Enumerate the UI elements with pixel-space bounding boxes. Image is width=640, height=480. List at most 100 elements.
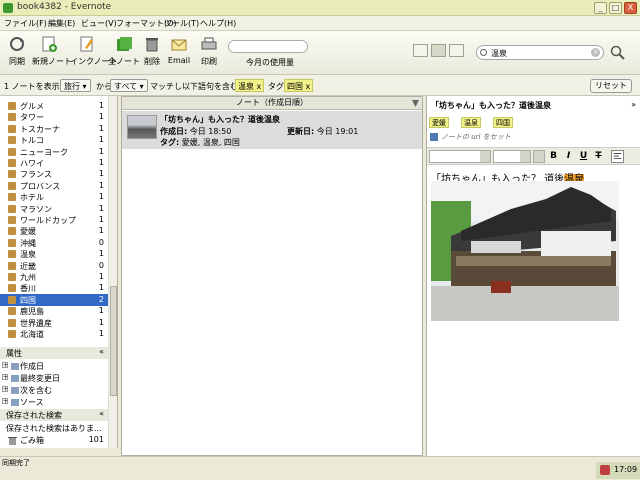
tag-icon — [8, 330, 16, 338]
scope-dropdown[interactable]: すべて ▾ — [110, 79, 148, 92]
view-thumbnail-button[interactable] — [449, 44, 464, 57]
tag-icon — [8, 193, 16, 202]
note-tag-bar[interactable]: 愛媛 温泉 四国 — [429, 115, 639, 129]
tag-item[interactable]: マラソン 1 — [0, 203, 108, 215]
print-button[interactable]: 印刷 — [192, 35, 226, 71]
note-tag[interactable]: 温泉 — [461, 117, 481, 128]
tag-item[interactable]: タワー 1 — [0, 111, 108, 123]
saved-searches-header[interactable]: 保存された検索 « — [0, 409, 108, 421]
menu-file[interactable]: ファイル(F) — [4, 18, 47, 29]
note-tags: タグ: 愛媛, 温泉, 四国 — [160, 138, 240, 147]
search-go-icon[interactable] — [610, 45, 626, 60]
chevron-down-icon — [480, 151, 490, 162]
scroll-thumb[interactable] — [110, 286, 117, 396]
collapse-icon[interactable]: « — [99, 347, 104, 356]
notebook-dropdown[interactable]: 旅行 ▾ — [60, 79, 91, 92]
tag-count: 1 — [98, 317, 104, 327]
attribute-contains[interactable]: + 次を含む — [0, 385, 108, 396]
font-size-select[interactable] — [493, 150, 531, 163]
reset-button[interactable]: リセット — [590, 79, 632, 93]
tag-item[interactable]: 九州 1 — [0, 271, 108, 283]
tag-item[interactable]: 温泉 1 — [0, 248, 108, 260]
tag-count: 0 — [98, 237, 104, 247]
note-tag[interactable]: 四国 — [493, 117, 513, 128]
match-label: マッチし以下語句を含む — [150, 82, 238, 91]
filter-bar: 1 ノートを表示 旅行 ▾ から すべて ▾ マッチし以下語句を含む 温泉 x … — [0, 75, 640, 96]
italic-button[interactable]: I — [562, 150, 575, 163]
left-scrollbar[interactable] — [108, 96, 117, 448]
close-button[interactable]: X — [624, 2, 637, 14]
tag-item[interactable]: 沖縄 0 — [0, 237, 108, 249]
tag-item[interactable]: 北海道 1 — [0, 328, 108, 340]
clock: 17:09 — [614, 465, 638, 474]
note-list-header[interactable]: ノート（作成日順） — [122, 97, 422, 110]
collapse-pane-icon[interactable]: » — [631, 100, 636, 109]
remove-term-icon[interactable]: x — [257, 82, 262, 91]
menu-help[interactable]: ヘルプ(H) — [200, 18, 236, 29]
align-left-icon[interactable] — [611, 150, 624, 163]
tag-name: 九州 — [20, 273, 36, 282]
tag-count: 1 — [98, 215, 104, 224]
tag-item[interactable]: ニューヨーク 1 — [0, 146, 108, 158]
sort-dropdown-icon[interactable] — [412, 100, 419, 107]
expand-icon[interactable]: + — [2, 374, 8, 381]
tag-item[interactable]: 香川 1 — [0, 282, 108, 294]
tag-item[interactable]: プロバンス 1 — [0, 180, 108, 192]
tag-item[interactable]: グルメ 1 — [0, 100, 108, 112]
expand-icon[interactable]: + — [2, 386, 8, 393]
tag-item[interactable]: 近畿 0 — [0, 260, 108, 272]
menu-edit[interactable]: 編集(E) — [48, 18, 75, 29]
trash-item[interactable]: ごみ箱 101 — [0, 435, 108, 446]
attributes-header[interactable]: 属性 « — [0, 347, 108, 359]
new-note-button[interactable]: 新規ノート — [32, 35, 72, 71]
expand-icon[interactable]: + — [2, 398, 8, 405]
tag-item[interactable]: ハワイ 1 — [0, 157, 108, 169]
tag-item[interactable]: フランス 1 — [0, 168, 108, 180]
tag-name: 香川 — [20, 284, 36, 294]
tag-item[interactable]: トルコ 1 — [0, 134, 108, 146]
menu-tools[interactable]: ツール(T) — [164, 18, 199, 29]
note-url-field[interactable]: ノートの url をセット — [441, 132, 511, 142]
remove-tag-icon[interactable]: x — [306, 82, 311, 91]
tag-item[interactable]: 四国 2 — [0, 293, 108, 306]
maximize-button[interactable]: □ — [609, 2, 622, 14]
tag-name: ホテル — [20, 193, 44, 203]
security-shield-icon[interactable] — [600, 465, 610, 475]
tag-item[interactable]: トスカーナ 1 — [0, 123, 108, 135]
usage-label: 今月の使用量 — [246, 58, 294, 67]
expand-icon[interactable]: + — [2, 362, 8, 369]
sync-button[interactable]: 同期 — [0, 35, 34, 71]
font-family-select[interactable] — [429, 150, 491, 163]
view-list-button[interactable] — [413, 44, 428, 57]
tag-count: 1 — [98, 306, 104, 316]
tag-item[interactable]: 愛媛 1 — [0, 225, 108, 237]
attribute-source[interactable]: + ソース — [0, 397, 108, 408]
bold-button[interactable]: B — [547, 150, 560, 163]
chevron-down-icon — [520, 151, 530, 162]
attribute-modified[interactable]: + 最終変更日 — [0, 373, 108, 384]
email-button[interactable]: Email — [162, 35, 196, 71]
minimize-button[interactable]: _ — [594, 2, 607, 14]
search-term-chip[interactable]: 温泉 x — [235, 79, 265, 92]
ink-note-button[interactable]: インクノート — [70, 35, 118, 71]
note-tag[interactable]: 愛媛 — [429, 117, 449, 128]
clear-search-icon[interactable]: × — [591, 48, 600, 57]
strikethrough-button[interactable]: T — [592, 150, 605, 163]
attribute-created[interactable]: + 作成日 — [0, 361, 108, 372]
tag-item[interactable]: 世界遺産 1 — [0, 317, 108, 329]
note-list-item[interactable]: 「坊ちゃん」も入った？道後温泉 作成日: 今日 18:50 更新日: 今日 19… — [122, 111, 422, 149]
collapse-icon[interactable]: « — [99, 409, 104, 418]
tag-name: トルコ — [20, 136, 44, 146]
tag-item[interactable]: ワールドカップ 1 — [0, 214, 108, 226]
title-bar: book4382 - Evernote _ □ X — [0, 0, 640, 16]
search-box[interactable]: 温泉 × — [476, 45, 604, 60]
search-input[interactable]: 温泉 — [491, 48, 507, 59]
menu-view[interactable]: ビュー(V) — [81, 18, 117, 29]
font-color-select[interactable] — [533, 150, 545, 163]
underline-button[interactable]: U — [577, 150, 590, 163]
tag-filter-chip[interactable]: 四国 x — [284, 79, 314, 92]
tag-item[interactable]: ホテル 1 — [0, 191, 108, 203]
tag-item[interactable]: 鹿児島 1 — [0, 305, 108, 317]
view-snippet-button[interactable] — [431, 44, 446, 57]
onsen-building-photo — [431, 181, 619, 321]
